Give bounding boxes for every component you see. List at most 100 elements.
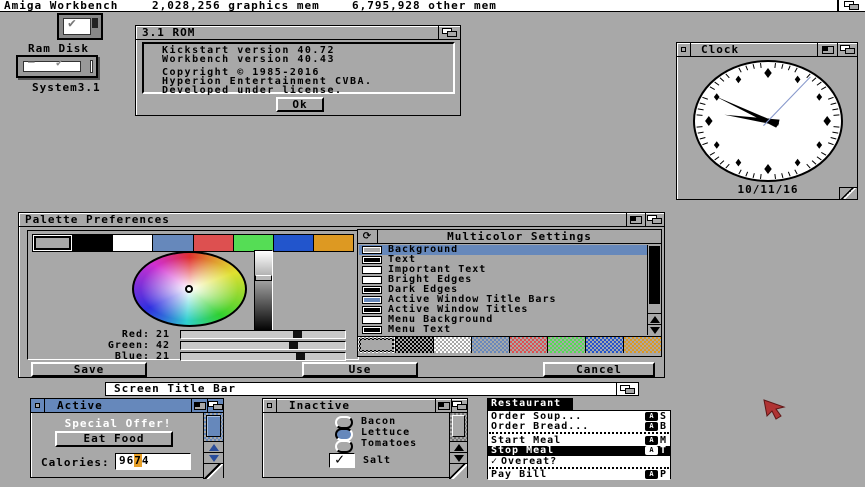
palette-swatch[interactable] (313, 235, 353, 251)
multicolor-scrollbar[interactable] (647, 245, 661, 335)
red-slider-thumb[interactable] (293, 331, 302, 338)
palette-titlebar[interactable]: Palette Preferences (19, 213, 664, 227)
palette-swatch[interactable] (152, 235, 192, 251)
system-disk-icon[interactable]: – ✔ System3.1 (16, 55, 108, 93)
up-arrow-icon (454, 444, 464, 451)
value-slider-thumb[interactable] (255, 275, 272, 281)
rom-text-panel: Kickstart version 40.72 Workbench versio… (142, 42, 455, 94)
strip-swatch[interactable] (623, 337, 661, 353)
palette-swatch[interactable] (33, 235, 72, 251)
resize-gadget[interactable] (839, 187, 857, 199)
restaurant-menu-title[interactable]: Restaurant (487, 398, 573, 410)
screen-depth-gadget[interactable] (837, 0, 865, 11)
active-depth-gadget[interactable] (207, 399, 223, 412)
calories-input[interactable]: 9674 (115, 453, 191, 470)
clock-depth-gadget[interactable] (837, 43, 857, 56)
strip-swatch[interactable] (395, 337, 433, 353)
palette-swatch-row (32, 234, 354, 252)
menu-shortcut: S (660, 411, 667, 422)
active-titlebar[interactable]: Active (31, 399, 223, 413)
special-offer-text: Special Offer! (31, 417, 205, 430)
clock-zoom-gadget[interactable] (817, 43, 837, 56)
menu-item-order-bread[interactable]: Order Bread... AB (488, 422, 670, 433)
multicolor-title: Multicolor Settings (378, 230, 661, 243)
scrollbar-thumb[interactable] (452, 415, 465, 437)
menubar: Amiga Workbench 2,028,256 graphics mem 6… (0, 0, 865, 12)
scroll-down-arrow[interactable] (450, 452, 467, 463)
screen-title-bar[interactable]: Screen Title Bar (105, 382, 639, 396)
menu-item-pay-bill[interactable]: Pay Bill AP (488, 470, 670, 481)
ram-disk-icon[interactable]: ✔ Ram Disk (20, 13, 112, 55)
scroll-up-arrow[interactable] (204, 441, 223, 452)
restaurant-menu-panel: Order Soup... AS Order Bread... AB Start… (487, 410, 671, 479)
salt-checkbox[interactable]: ✓ (329, 453, 355, 468)
strip-swatch[interactable] (471, 337, 509, 353)
palette-swatch[interactable] (233, 235, 273, 251)
scroll-up-arrow[interactable] (648, 313, 661, 324)
inactive-window: Inactive Bacon Lettuce Tomatoes ✓ Salt (262, 398, 468, 478)
strip-swatch[interactable] (358, 337, 395, 353)
clock-titlebar[interactable]: Clock (677, 43, 857, 57)
eat-food-button[interactable]: Eat Food (55, 431, 173, 447)
menu-title-text: Restaurant (491, 398, 561, 410)
cancel-button[interactable]: Cancel (543, 362, 655, 377)
green-slider-thumb[interactable] (289, 342, 298, 349)
palette-swatch[interactable] (112, 235, 152, 251)
scroll-down-arrow[interactable] (648, 324, 661, 335)
red-slider[interactable] (180, 330, 346, 339)
palette-zoom-gadget[interactable] (626, 213, 645, 226)
active-scrollbar[interactable] (203, 413, 223, 479)
down-arrow-icon (209, 455, 219, 462)
ok-button[interactable]: Ok (276, 97, 324, 112)
active-window: Active Special Offer! Eat Food Calories:… (30, 398, 224, 478)
blue-slider[interactable] (180, 352, 346, 361)
palette-depth-gadget[interactable] (645, 213, 664, 226)
strip-swatch[interactable] (509, 337, 547, 353)
scroll-up-arrow[interactable] (450, 441, 467, 452)
use-button[interactable]: Use (302, 362, 418, 377)
palette-swatch[interactable] (72, 235, 112, 251)
menu-item-label: Overeat? (501, 456, 557, 467)
palette-swatch[interactable] (273, 235, 313, 251)
close-gadget[interactable] (677, 43, 691, 56)
screen-title-depth-gadget[interactable] (616, 383, 638, 395)
palette-swatch[interactable] (193, 235, 233, 251)
strip-swatch[interactable] (585, 337, 623, 353)
list-item[interactable]: Menu Text (359, 325, 647, 335)
color-swatch (362, 296, 382, 304)
scrollbar-thumb[interactable] (649, 246, 660, 304)
resize-gadget[interactable] (203, 463, 223, 479)
menu-item-overeat[interactable]: ✓ Overeat? (488, 456, 670, 467)
save-button[interactable]: Save (31, 362, 147, 377)
cycle-gadget[interactable]: ⟳ (358, 230, 378, 243)
scrollbar-thumb[interactable] (206, 415, 221, 437)
workbench-screen: Amiga Workbench 2,028,256 graphics mem 6… (0, 0, 865, 487)
strip-swatch[interactable] (433, 337, 471, 353)
rom-titlebar[interactable]: 3.1 ROM (136, 26, 460, 40)
blue-label: Blue: (58, 351, 150, 362)
blue-slider-thumb[interactable] (296, 353, 305, 360)
amiga-key-icon: A (645, 412, 658, 421)
inactive-depth-gadget[interactable] (451, 399, 467, 412)
screen-title-text: Screen Title Bar (114, 383, 236, 395)
resize-gadget[interactable] (449, 463, 467, 479)
close-gadget[interactable] (31, 399, 45, 412)
inactive-titlebar[interactable]: Inactive (263, 399, 467, 413)
menu-item-order-soup[interactable]: Order Soup... AS (488, 411, 670, 422)
rom-depth-gadget[interactable] (438, 26, 460, 39)
strip-swatch[interactable] (547, 337, 585, 353)
value-slider[interactable] (254, 250, 273, 332)
menu-item-stop-meal[interactable]: Stop Meal AT (488, 446, 670, 457)
radio-label-lettuce: Lettuce (361, 427, 410, 438)
check-icon: ✓ (335, 450, 345, 468)
close-gadget[interactable] (263, 399, 277, 412)
green-slider[interactable] (180, 341, 346, 350)
scroll-down-arrow[interactable] (204, 452, 223, 463)
inactive-zoom-gadget[interactable] (435, 399, 451, 412)
menu-item-start-meal[interactable]: Start Meal AM (488, 435, 670, 446)
salt-label: Salt (363, 455, 391, 466)
inactive-scrollbar[interactable] (449, 413, 467, 479)
depth-icon (647, 215, 663, 224)
active-zoom-gadget[interactable] (191, 399, 207, 412)
menubar-title: Amiga Workbench (4, 0, 118, 11)
